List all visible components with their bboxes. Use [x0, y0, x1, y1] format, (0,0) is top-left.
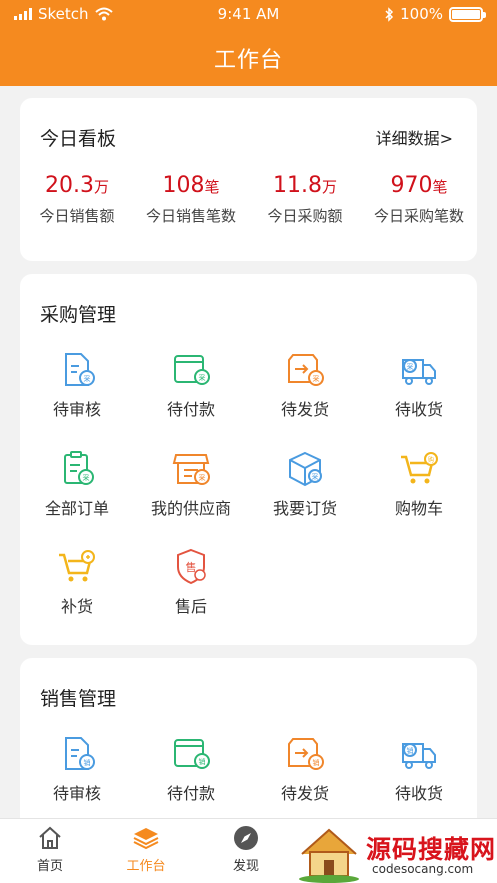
purchase-restock[interactable]: 补货	[20, 547, 134, 617]
delivery-truck-icon: 采	[402, 359, 436, 385]
sales-title: 销售管理	[40, 688, 117, 710]
tab-home[interactable]: 首页	[0, 825, 100, 874]
badge-text: 采	[312, 472, 319, 481]
sales-pending-payment[interactable]: 销 待付款	[134, 734, 248, 804]
watermark-url: codesocang.com	[372, 862, 474, 876]
purchase-place-order[interactable]: 采 我要订货	[248, 449, 362, 519]
badge-text: 采	[199, 473, 206, 482]
purchase-all-orders[interactable]: 采 全部订单	[20, 449, 134, 519]
stat-value: 20.3	[45, 173, 94, 198]
ship-box-icon: 销	[288, 738, 324, 770]
status-right: 100%	[384, 5, 486, 23]
stat-value: 970	[390, 173, 433, 198]
wallet-icon: 采	[174, 355, 210, 385]
sales-pending-review[interactable]: 销 待审核	[20, 734, 134, 804]
page-title: 工作台	[213, 48, 283, 73]
badge-text: 销	[199, 757, 206, 766]
review-doc-icon: 销	[65, 737, 95, 770]
grid-label: 购物车	[394, 499, 443, 518]
clipboard-order-icon: 采	[64, 451, 94, 485]
compass-icon	[234, 826, 258, 850]
badge-text: 采	[313, 374, 320, 383]
stat-label: 今日采购笔数	[373, 207, 464, 225]
ship-box-icon: 采	[288, 354, 324, 386]
grid-label: 待付款	[166, 784, 215, 803]
grid-label: 待收货	[394, 784, 443, 803]
battery-percent: 100%	[400, 5, 443, 23]
sales-pending-receipt[interactable]: 销 待收货	[362, 734, 476, 804]
badge-text: 销	[407, 746, 414, 755]
grid-label: 售后	[174, 597, 207, 616]
dashboard-card: 今日看板 详细数据> 20.3万 今日销售额 108笔 今日销售笔数 11.8万…	[20, 98, 477, 261]
grid-label: 待审核	[52, 400, 101, 419]
grid-label: 待发货	[280, 400, 329, 419]
grid-label: 全部订单	[44, 499, 109, 518]
stat-unit: 笔	[204, 178, 220, 196]
badge-text: 销	[313, 758, 320, 767]
grid-label: 待审核	[52, 784, 101, 803]
tab-label: 发现	[232, 859, 259, 874]
grid-label: 补货	[60, 597, 93, 616]
badge-text: 销	[84, 758, 91, 767]
wallet-icon: 销	[174, 739, 210, 769]
grid-label: 我的供应商	[150, 499, 231, 518]
tab-label: 首页	[36, 859, 63, 874]
stat-sales-amount[interactable]: 20.3万 今日销售额	[20, 172, 134, 226]
home-icon	[39, 826, 61, 849]
battery-icon	[449, 6, 486, 22]
shopping-cart-icon: 购	[401, 452, 438, 484]
stat-value: 11.8	[273, 173, 322, 198]
purchase-after-sales[interactable]: 售 售后	[134, 547, 248, 617]
after-sales-shield-icon: 售	[177, 548, 206, 585]
grid-label: 待收货	[394, 400, 443, 419]
purchase-pending-review[interactable]: 采 待审核	[20, 350, 134, 420]
status-bar: Sketch 9:41 AM 100%	[0, 0, 497, 30]
stat-unit: 万	[93, 178, 109, 196]
purchase-pending-shipment[interactable]: 采 待发货	[248, 350, 362, 420]
stat-label: 今日销售笔数	[145, 207, 236, 225]
badge-text: 采	[83, 473, 90, 482]
stat-unit: 万	[321, 178, 337, 196]
grid-label: 待付款	[166, 400, 215, 419]
svg-text:售: 售	[186, 560, 197, 574]
purchase-pending-receipt[interactable]: 采 待收货	[362, 350, 476, 420]
purchase-title: 采购管理	[40, 304, 117, 326]
stat-unit: 笔	[432, 178, 448, 196]
purchase-my-suppliers[interactable]: 采 我的供应商	[134, 449, 248, 519]
watermark-text: 源码搜藏网	[366, 835, 497, 864]
stat-value: 108	[162, 173, 205, 198]
dashboard-title: 今日看板	[40, 128, 117, 150]
delivery-truck-icon: 销	[402, 743, 436, 769]
purchase-pending-payment[interactable]: 采 待付款	[134, 350, 248, 420]
stat-label: 今日销售额	[39, 207, 115, 225]
stat-purchase-amount[interactable]: 11.8万 今日采购额	[248, 172, 362, 226]
house-logo-icon	[299, 828, 359, 883]
layers-icon	[133, 828, 159, 850]
grid-label: 我要订货	[272, 499, 337, 518]
watermark-logo: 源码搜藏网 codesocang.com	[296, 824, 497, 883]
tab-discover[interactable]: 发现	[196, 825, 296, 874]
app-header: Sketch 9:41 AM 100% 工作台	[0, 0, 497, 86]
tab-workbench[interactable]: 工作台	[96, 825, 196, 874]
purchase-shopping-cart[interactable]: 购 购物车	[362, 449, 476, 519]
detail-data-link[interactable]: 详细数据>	[376, 125, 453, 149]
restock-cart-icon	[59, 550, 95, 582]
svg-text:购: 购	[428, 456, 434, 464]
grid-label: 待发货	[280, 784, 329, 803]
badge-text: 采	[199, 373, 206, 382]
tab-label: 工作台	[126, 859, 166, 874]
badge-text: 采	[84, 374, 91, 383]
bluetooth-icon	[385, 6, 394, 22]
sales-pending-shipment[interactable]: 销 待发货	[248, 734, 362, 804]
review-doc-icon: 采	[65, 353, 95, 386]
sales-card: 销售管理 销 待审核 销 待付款 销 待发货 销 待收货	[20, 658, 477, 833]
purchase-card: 采购管理 采 待审核 采 待付款 采 待发货 采 待收货 采 全部订单 采 我的…	[20, 274, 477, 645]
badge-text: 采	[407, 362, 414, 371]
battery-level	[452, 9, 480, 19]
stat-purchase-count[interactable]: 970笔 今日采购笔数	[362, 172, 476, 226]
stat-sales-count[interactable]: 108笔 今日销售笔数	[134, 172, 248, 226]
stat-label: 今日采购额	[267, 207, 343, 225]
package-cube-icon: 采	[289, 451, 322, 487]
storefront-icon: 采	[172, 454, 210, 485]
